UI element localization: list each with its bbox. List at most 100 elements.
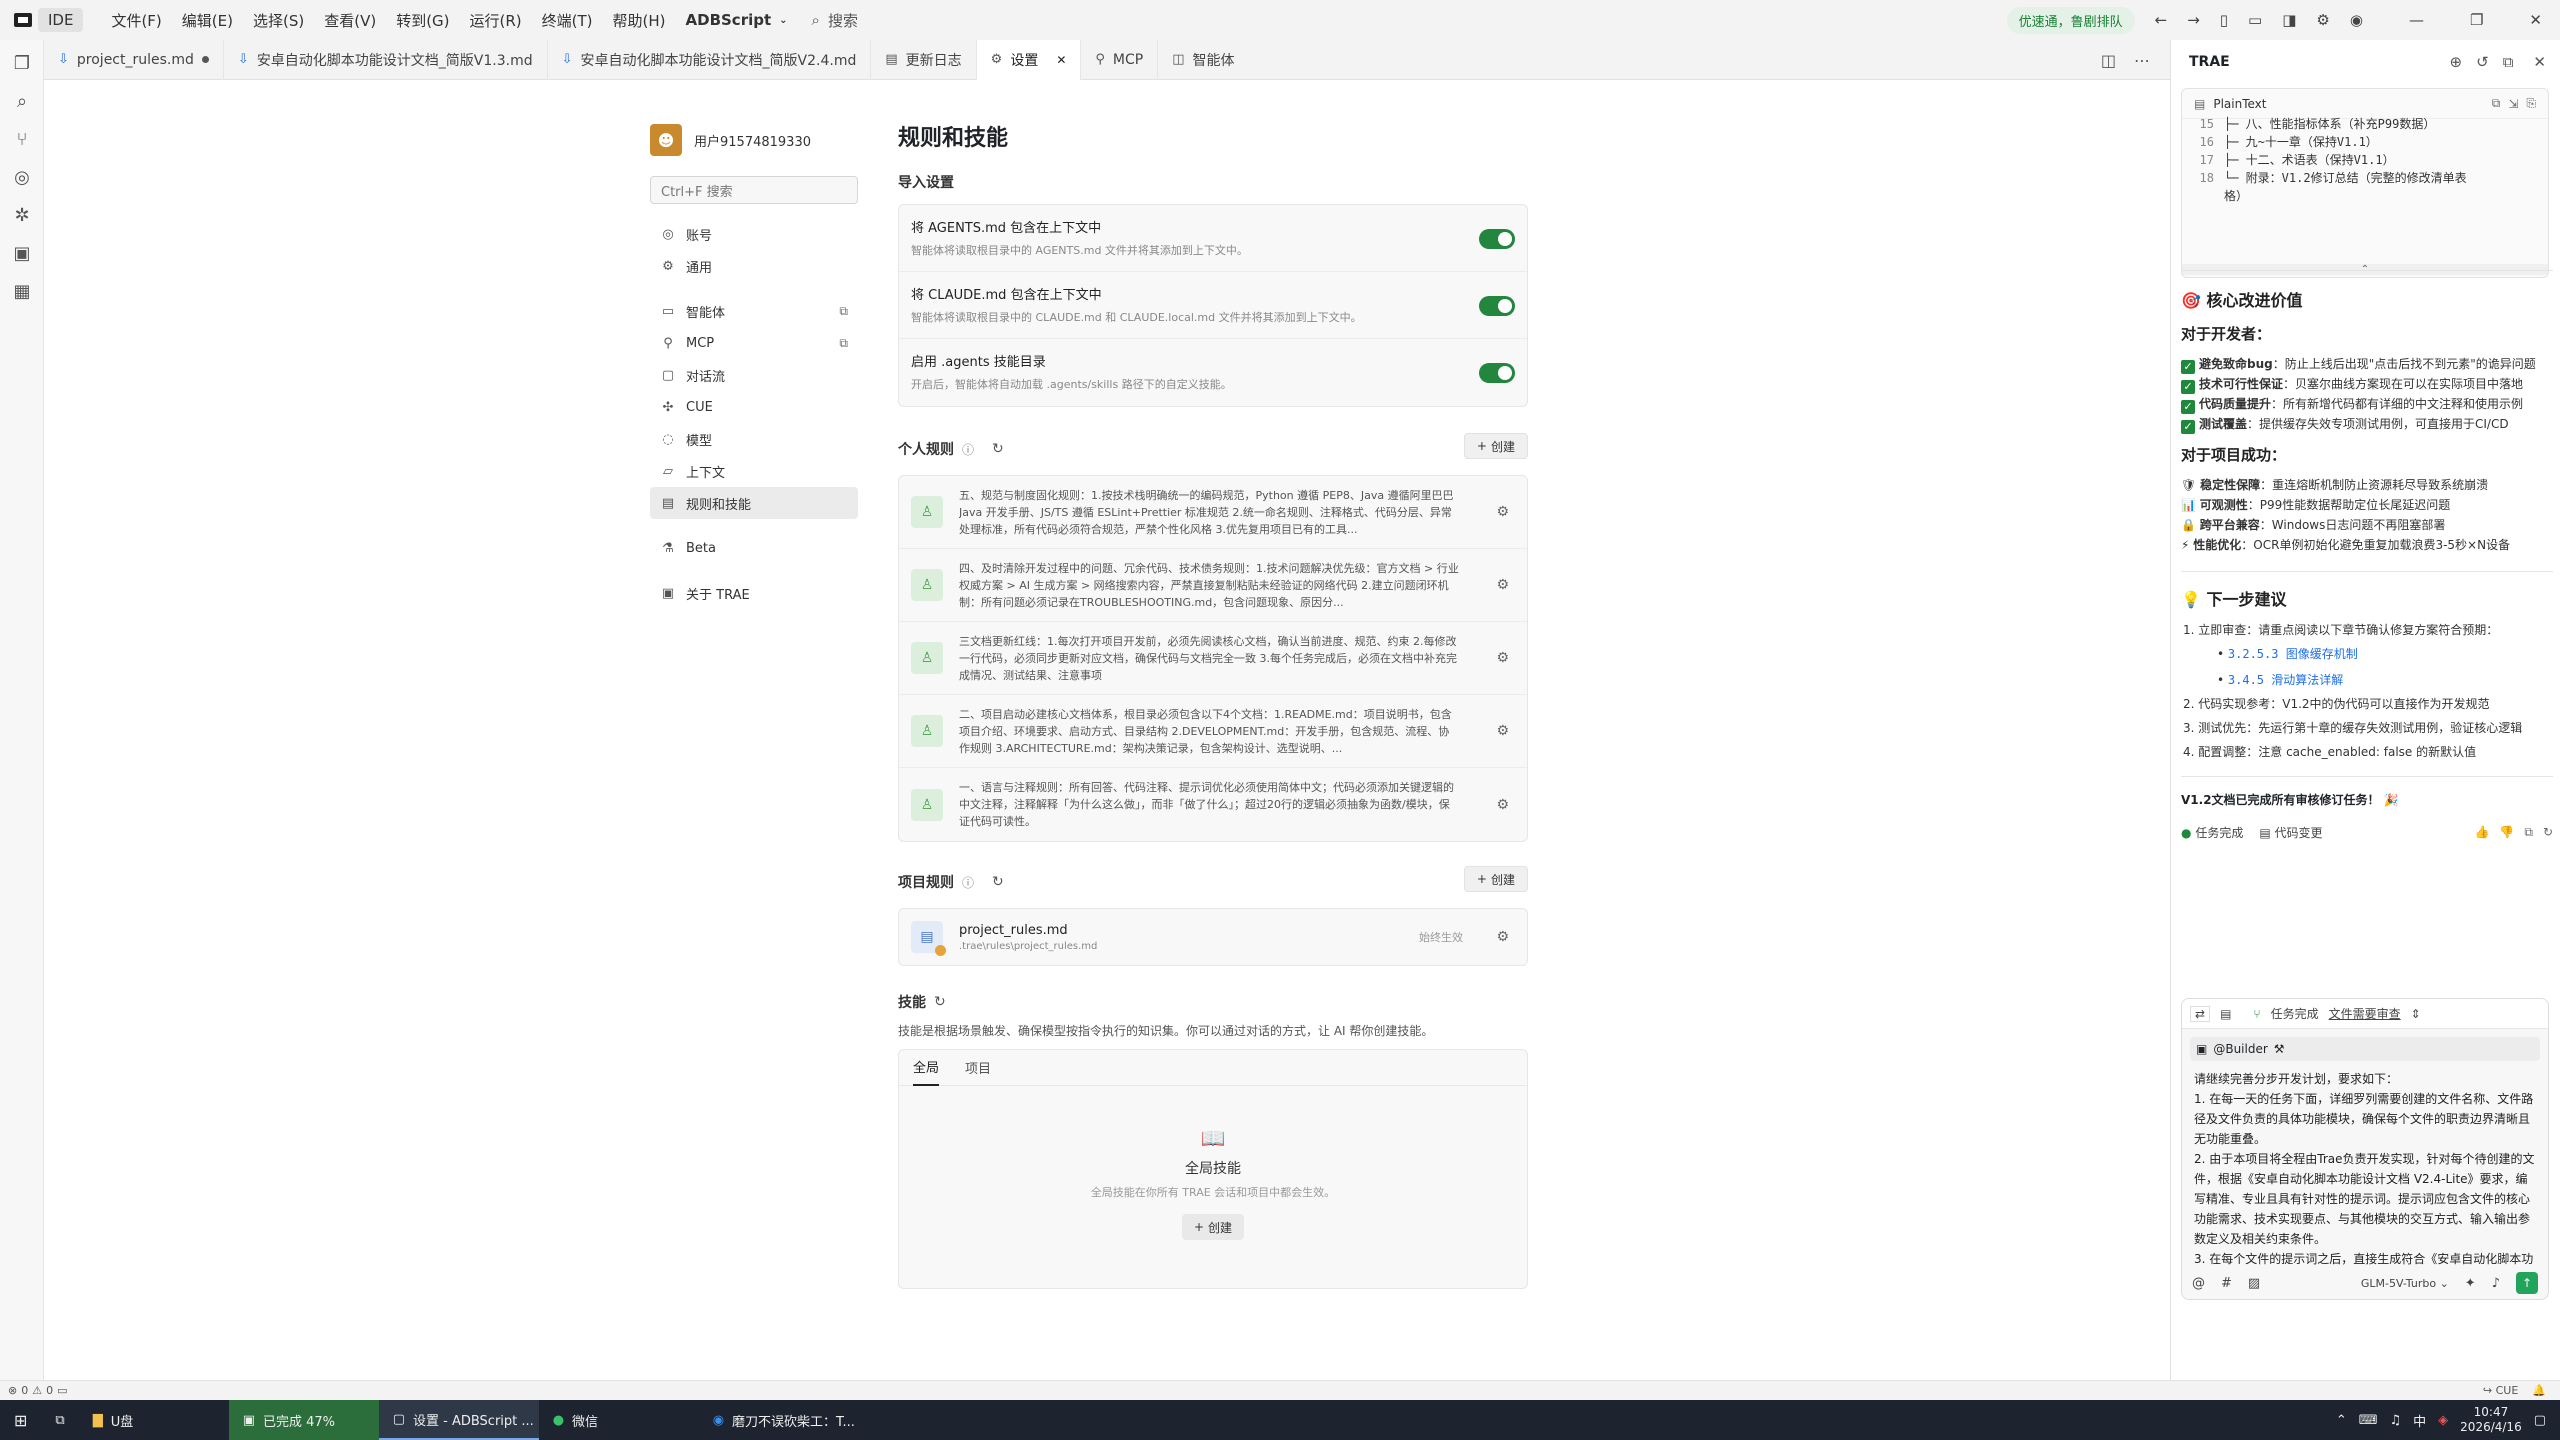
remote-icon[interactable]: ▣ — [0, 234, 44, 272]
taskbar-item-browser[interactable]: ◉ 磨刀不误砍柴工：T... — [699, 1400, 859, 1440]
retry-icon[interactable]: ↻ — [2543, 825, 2553, 840]
popout-icon[interactable]: ⧉ — [2503, 53, 2514, 71]
debug-icon[interactable]: ✲ — [0, 196, 44, 234]
settings-gear-icon[interactable]: ⚙ — [2316, 11, 2329, 29]
list-item[interactable]: ♙ 三文档更新红线：1.每次打开项目开发前，必须先阅读核心文档，确认当前进度、规… — [899, 622, 1527, 695]
menu-view[interactable]: 查看(V) — [314, 0, 386, 40]
ime-label[interactable]: 中 — [2413, 1411, 2426, 1430]
gear-icon[interactable]: ⚙ — [1496, 504, 1509, 520]
model-selector[interactable]: GLM-5V-Turbo ⌄ — [2361, 1277, 2449, 1290]
create-project-rule-button[interactable]: + 创建 — [1463, 866, 1528, 892]
code-change-link[interactable]: ▤ 代码变更 — [2259, 824, 2322, 841]
new-chat-icon[interactable]: ⊕ — [2450, 53, 2463, 71]
back-icon[interactable]: ← — [2155, 11, 2168, 29]
enhance-icon[interactable]: ✦ — [2465, 1276, 2476, 1291]
gear-icon[interactable]: ⚙ — [1496, 723, 1509, 739]
info-icon[interactable]: ⓘ — [962, 874, 974, 891]
nav-item-general[interactable]: ⚙ 通用 — [650, 250, 858, 282]
tab-global[interactable]: 全局 — [913, 1049, 940, 1086]
notification-icon[interactable]: ▢ — [2534, 1413, 2546, 1428]
close-tab-icon[interactable]: ✕ — [1056, 53, 1066, 67]
doc-link[interactable]: 3.4.5 滑动算法详解 — [2228, 673, 2343, 687]
menu-file[interactable]: 文件(F) — [101, 0, 171, 40]
gear-icon[interactable]: ⚙ — [1496, 929, 1509, 945]
hash-icon[interactable]: # — [2221, 1276, 2232, 1291]
tray-chevron-icon[interactable]: ⌃ — [2336, 1413, 2347, 1428]
nav-item-about[interactable]: ▣ 关于 TRAE — [650, 577, 858, 609]
chat-prompt-text[interactable]: 请继续完善分步开发计划，要求如下： 1. 在每一天的任务下面，详细罗列需要创建的… — [2194, 1069, 2536, 1269]
tab-agent[interactable]: ◫ 智能体 — [1158, 40, 1248, 80]
split-editor-icon[interactable]: ◫ — [2101, 51, 2116, 70]
gear-icon[interactable]: ⚙ — [1496, 797, 1509, 813]
menu-terminal[interactable]: 终端(T) — [532, 0, 603, 40]
taskbar-item-wechat[interactable]: ● 微信 — [539, 1400, 699, 1440]
nav-item-model[interactable]: ◌ 模型 — [650, 423, 858, 455]
at-mention-icon[interactable]: @ — [2192, 1276, 2205, 1291]
layout-panel-icon[interactable]: ▭ — [2248, 11, 2262, 29]
ide-badge[interactable]: IDE — [38, 8, 84, 32]
restore-icon[interactable]: ❐ — [2470, 11, 2483, 29]
tab-changelog[interactable]: ▤ 更新日志 — [871, 39, 977, 80]
settings-search-input[interactable]: Ctrl+F 搜索 — [650, 176, 858, 204]
tab-mcp[interactable]: ⚲ MCP — [1081, 39, 1159, 80]
menu-selection[interactable]: 选择(S) — [243, 0, 314, 40]
nav-item-mcp[interactable]: ⚲ MCP ⧉ — [650, 327, 858, 359]
taskbar-item-progress[interactable]: ▣ 已完成 47% — [228, 1400, 379, 1440]
tab-project[interactable]: 项目 — [965, 1050, 991, 1085]
menu-edit[interactable]: 编辑(E) — [172, 0, 243, 40]
bell-icon[interactable]: 🔔 — [2532, 1384, 2546, 1397]
cue-status[interactable]: ↪ CUE — [2483, 1384, 2518, 1397]
gear-icon[interactable]: ⚙ — [1496, 577, 1509, 593]
claude-md-switch[interactable] — [1479, 296, 1515, 316]
nav-item-account[interactable]: ◎ 账号 — [650, 218, 858, 250]
refresh-icon[interactable]: ↻ — [992, 874, 1004, 890]
tab-project-rules[interactable]: ⇩ project_rules.md — [44, 39, 224, 80]
network-icon[interactable]: ⌨ — [2359, 1413, 2378, 1428]
tab-design-doc-v13[interactable]: ⇩ 安卓自动化脚本功能设计文档_简版V1.3.md — [224, 39, 548, 80]
nav-item-cue[interactable]: ✣ CUE — [650, 391, 858, 423]
create-skill-button[interactable]: + 创建 — [1181, 1214, 1245, 1240]
diff-toggle-icon[interactable]: ⇄ — [2190, 1005, 2211, 1022]
doc-link[interactable]: 3.2.5.3 图像缓存机制 — [2228, 647, 2358, 661]
close-window-icon[interactable]: ✕ — [2529, 11, 2542, 29]
volume-icon[interactable]: ♫ — [2390, 1413, 2402, 1428]
extensions-icon[interactable]: ▦ — [0, 272, 44, 310]
tab-settings[interactable]: ⚙ 设置 ✕ — [976, 39, 1082, 80]
list-item[interactable]: ♙ 一、语言与注释规则：所有回答、代码注释、提示词优化必须使用简体中文；代码必须… — [899, 768, 1527, 841]
refresh-icon[interactable]: ↻ — [934, 994, 946, 1010]
insert-icon[interactable]: ⇲ — [2508, 97, 2518, 111]
command-search[interactable]: ⌕ 搜索 — [812, 10, 858, 31]
gear-icon[interactable]: ⚙ — [1496, 650, 1509, 666]
open-external-icon[interactable]: ⧉ — [839, 336, 848, 351]
more-actions-icon[interactable]: ⋯ — [2134, 51, 2150, 70]
menu-help[interactable]: 帮助(H) — [603, 0, 676, 40]
refresh-icon[interactable]: ↻ — [992, 441, 1004, 457]
antivirus-icon[interactable]: ◈ — [2438, 1413, 2448, 1428]
list-item[interactable]: ♙ 五、规范与制度固化规则：1.按技术栈明确统一的编码规范，Python 遵循 … — [899, 476, 1527, 549]
user-row[interactable]: ☻ 用户91574819330 — [650, 110, 870, 170]
menu-go[interactable]: 转到(G) — [386, 0, 459, 40]
nav-item-conversation[interactable]: ▢ 对话流 — [650, 359, 858, 391]
info-icon[interactable]: ⓘ — [962, 441, 974, 458]
project-rule-item[interactable]: ▤ project_rules.md .trae\rules\project_r… — [899, 909, 1527, 965]
copy-icon[interactable]: ⧉ — [2524, 825, 2533, 840]
nav-item-context[interactable]: ▱ 上下文 — [650, 455, 858, 487]
task-view-icon[interactable]: ⧉ — [41, 1400, 78, 1440]
thumbs-up-icon[interactable]: 👍 — [2474, 825, 2489, 840]
history-icon[interactable]: ↺ — [2476, 53, 2489, 71]
nav-item-beta[interactable]: ⚗ Beta — [650, 532, 858, 564]
preview-eye-icon[interactable]: ◎ — [0, 158, 44, 196]
layout-right-icon[interactable]: ◨ — [2282, 11, 2296, 29]
copy-icon[interactable]: ⧉ — [2492, 96, 2501, 111]
close-panel-icon[interactable]: ✕ — [2533, 53, 2546, 71]
review-link[interactable]: 文件需要审查 — [2329, 1005, 2401, 1022]
nav-item-agent[interactable]: ▭ 智能体 ⧉ — [650, 295, 858, 327]
agents-skills-switch[interactable] — [1479, 363, 1515, 383]
file-icon[interactable]: ▤ — [2220, 1007, 2231, 1021]
image-icon[interactable]: ▨ — [2248, 1276, 2260, 1291]
list-item[interactable]: ♙ 四、及时清除开发过程中的问题、冗余代码、技术债务规则：1.技术问题解决优先级… — [899, 549, 1527, 622]
nav-item-rules-skills[interactable]: ▤ 规则和技能 — [650, 487, 858, 519]
list-item[interactable]: ♙ 二、项目启动必建核心文档体系，根目录必须包含以下4个文档：1.README.… — [899, 695, 1527, 768]
tab-design-doc-v24[interactable]: ⇩ 安卓自动化脚本功能设计文档_简版V2.4.md — [548, 39, 872, 80]
accel-badge[interactable]: 优速通，鲁剧排队 — [2006, 6, 2135, 34]
